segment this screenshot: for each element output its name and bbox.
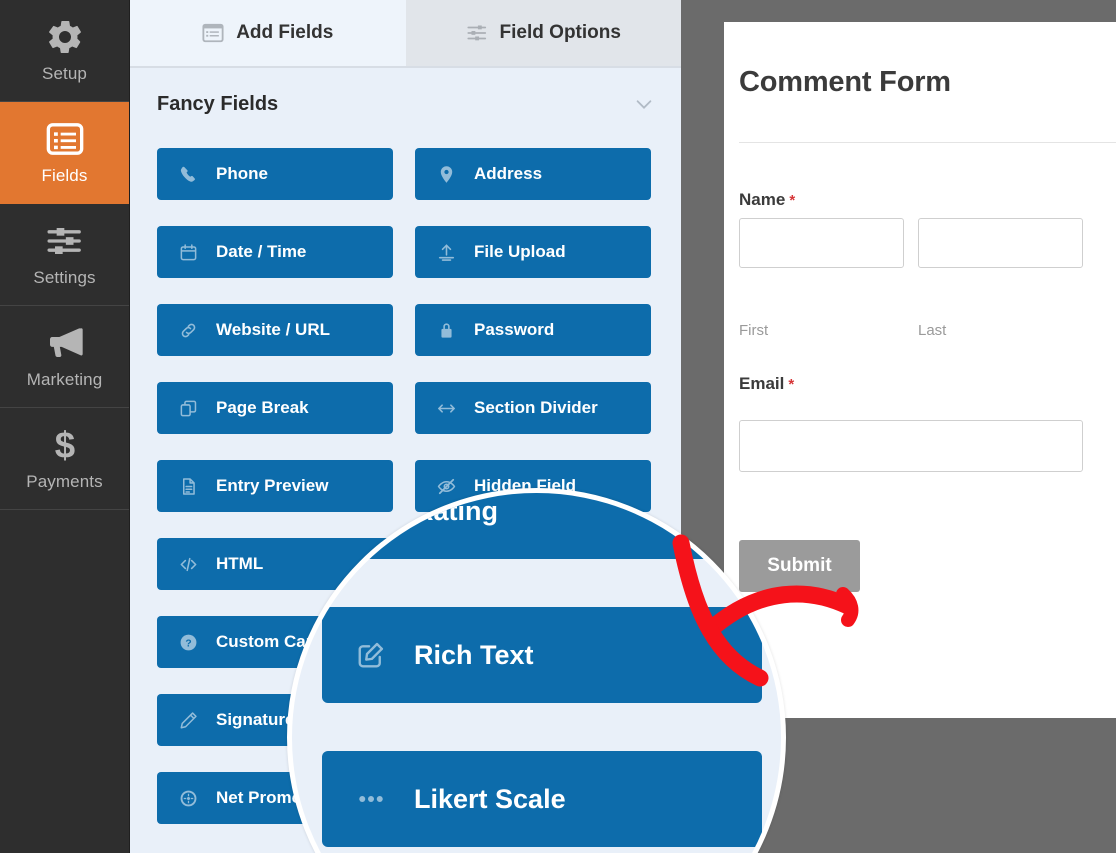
field-button-label: Address xyxy=(474,164,542,184)
gear-icon xyxy=(45,17,85,57)
name-first-input[interactable] xyxy=(739,218,904,268)
nav-item-fields[interactable]: Fields xyxy=(0,102,129,204)
required-marker: * xyxy=(788,376,794,393)
tab-add-fields[interactable]: Add Fields xyxy=(130,0,406,66)
field-button-password[interactable]: Password xyxy=(415,304,651,356)
nav-item-settings[interactable]: Settings xyxy=(0,204,129,306)
nav-item-marketing[interactable]: Marketing xyxy=(0,306,129,408)
field-button-website-url[interactable]: Website / URL xyxy=(157,304,393,356)
magnified-field-button-label: Likert Scale xyxy=(414,784,566,815)
list-icon xyxy=(45,119,85,159)
magnified-field-button-likert-scale[interactable]: Likert Scale xyxy=(322,751,762,847)
email-input[interactable] xyxy=(739,420,1083,472)
name-field-label: Name* xyxy=(739,190,795,210)
question-circle-icon: ? xyxy=(179,633,198,652)
wpforms-form-builder-screenshot: Setup Fields xyxy=(0,0,1116,853)
arrows-horizontal-icon xyxy=(437,399,456,418)
phone-icon xyxy=(179,165,198,184)
magnified-field-button-label: Rating xyxy=(414,496,498,527)
nav-item-setup[interactable]: Setup xyxy=(0,0,129,102)
field-button-label: Section Divider xyxy=(474,398,598,418)
panel-tabs: Add Fields Field Options xyxy=(130,0,681,66)
name-last-input[interactable] xyxy=(918,218,1083,268)
form-preview-card: Comment Form Name* First Last Email* Sub… xyxy=(724,22,1116,718)
name-last-sublabel: Last xyxy=(918,322,946,339)
nav-item-payments[interactable]: $ Payments xyxy=(0,408,129,510)
tab-field-options[interactable]: Field Options xyxy=(406,0,682,66)
builder-nav-rail: Setup Fields xyxy=(0,0,130,853)
pages-icon xyxy=(179,399,198,418)
field-button-page-break[interactable]: Page Break xyxy=(157,382,393,434)
pencil-icon xyxy=(179,711,198,730)
field-button-label: Date / Time xyxy=(216,242,306,262)
lock-icon xyxy=(437,321,456,340)
field-button-file-upload[interactable]: File Upload xyxy=(415,226,651,278)
sliders-icon xyxy=(466,22,488,44)
svg-text:$: $ xyxy=(54,425,74,465)
magnified-field-button-label: Rich Text xyxy=(414,640,534,671)
page-title: Comment Form xyxy=(739,66,951,99)
field-button-label: Password xyxy=(474,320,554,340)
magnifier-circle: Rating Rich Text Like xyxy=(287,488,786,853)
dots-icon xyxy=(356,784,386,814)
magnified-field-button-rating[interactable]: Rating xyxy=(322,488,786,559)
field-button-label: File Upload xyxy=(474,242,566,262)
field-button-label: Website / URL xyxy=(216,320,330,340)
tab-label: Field Options xyxy=(500,22,621,44)
title-divider xyxy=(739,142,1116,143)
megaphone-icon xyxy=(45,323,85,363)
upload-icon xyxy=(437,243,456,262)
star-icon xyxy=(356,496,386,526)
nav-item-label: Fields xyxy=(42,166,88,186)
svg-text:?: ? xyxy=(185,638,191,649)
field-button-label: Page Break xyxy=(216,398,309,418)
name-first-sublabel: First xyxy=(739,322,768,339)
field-button-label: Entry Preview xyxy=(216,476,328,496)
field-button-label: Phone xyxy=(216,164,268,184)
field-button-date-time[interactable]: Date / Time xyxy=(157,226,393,278)
field-button-label: Signature xyxy=(216,710,294,730)
sliders-icon xyxy=(45,221,85,261)
calendar-icon xyxy=(179,243,198,262)
field-button-phone[interactable]: Phone xyxy=(157,148,393,200)
fields-list-icon xyxy=(202,22,224,44)
magnified-field-button-rich-text[interactable]: Rich Text xyxy=(322,607,762,703)
map-pin-icon xyxy=(437,165,456,184)
nav-item-label: Payments xyxy=(26,472,102,492)
tab-label: Add Fields xyxy=(236,22,333,44)
email-field-label: Email* xyxy=(739,374,794,394)
nav-item-label: Settings xyxy=(33,268,95,288)
section-title: Fancy Fields xyxy=(157,93,633,116)
nav-item-label: Setup xyxy=(42,64,87,84)
document-icon xyxy=(179,477,198,496)
gauge-icon xyxy=(179,789,198,808)
field-button-address[interactable]: Address xyxy=(415,148,651,200)
section-header-fancy-fields[interactable]: Fancy Fields xyxy=(130,68,681,140)
field-button-label: HTML xyxy=(216,554,263,574)
code-icon xyxy=(179,555,198,574)
chevron-down-icon[interactable] xyxy=(633,93,655,115)
dollar-icon: $ xyxy=(45,425,85,465)
link-icon xyxy=(179,321,198,340)
nav-item-label: Marketing xyxy=(27,370,103,390)
required-marker: * xyxy=(789,192,795,209)
pencil-square-icon xyxy=(356,640,386,670)
field-button-section-divider[interactable]: Section Divider xyxy=(415,382,651,434)
